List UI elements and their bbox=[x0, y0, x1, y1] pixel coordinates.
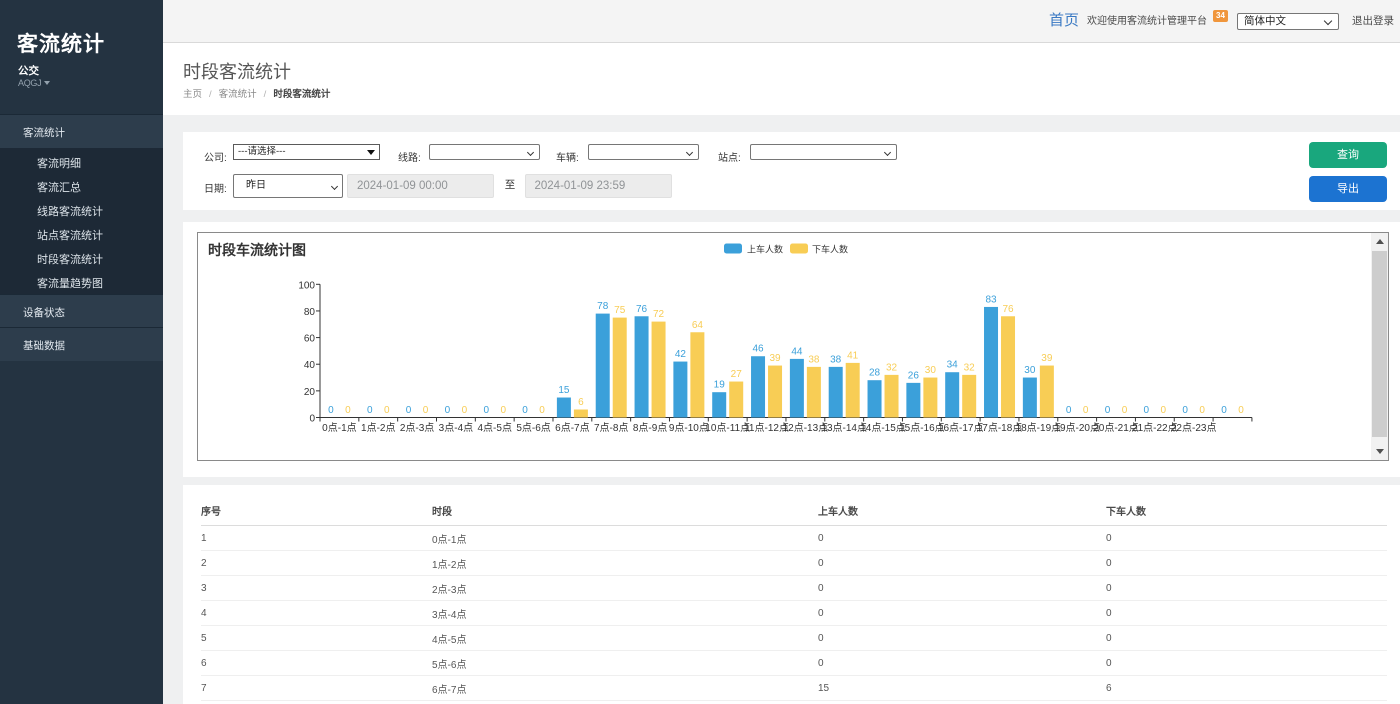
svg-text:15: 15 bbox=[558, 385, 570, 396]
svg-text:46: 46 bbox=[752, 344, 764, 355]
svg-text:76: 76 bbox=[1002, 304, 1014, 315]
svg-text:0: 0 bbox=[345, 405, 351, 416]
svg-text:0点-1点: 0点-1点 bbox=[322, 422, 356, 434]
svg-text:75: 75 bbox=[614, 305, 626, 316]
svg-text:8点-9点: 8点-9点 bbox=[633, 422, 667, 434]
svg-text:19: 19 bbox=[714, 380, 726, 391]
svg-text:0: 0 bbox=[539, 405, 545, 416]
svg-text:0: 0 bbox=[309, 414, 315, 425]
svg-text:0: 0 bbox=[406, 405, 412, 416]
svg-text:28: 28 bbox=[869, 368, 881, 379]
svg-text:40: 40 bbox=[304, 360, 316, 371]
svg-text:0: 0 bbox=[384, 405, 390, 416]
svg-text:80: 80 bbox=[304, 307, 316, 318]
svg-text:5点-6点: 5点-6点 bbox=[516, 422, 550, 434]
svg-text:26: 26 bbox=[908, 370, 920, 381]
svg-text:64: 64 bbox=[692, 320, 704, 331]
svg-text:30: 30 bbox=[925, 365, 937, 376]
svg-text:83: 83 bbox=[985, 294, 997, 305]
svg-text:0: 0 bbox=[1238, 405, 1244, 416]
svg-text:30: 30 bbox=[1024, 365, 1036, 376]
svg-text:3点-4点: 3点-4点 bbox=[439, 422, 473, 434]
svg-text:0: 0 bbox=[1199, 405, 1205, 416]
svg-text:0: 0 bbox=[462, 405, 468, 416]
svg-text:39: 39 bbox=[1041, 353, 1053, 364]
svg-text:0: 0 bbox=[500, 405, 506, 416]
svg-text:22点-23点: 22点-23点 bbox=[1171, 422, 1217, 434]
svg-text:下车人数: 下车人数 bbox=[812, 244, 848, 255]
svg-text:76: 76 bbox=[636, 304, 648, 315]
svg-text:44: 44 bbox=[791, 346, 803, 357]
svg-text:60: 60 bbox=[304, 334, 316, 345]
svg-text:上车人数: 上车人数 bbox=[747, 244, 783, 255]
svg-text:38: 38 bbox=[830, 354, 842, 365]
svg-text:38: 38 bbox=[808, 354, 820, 365]
svg-text:时段车流统计图: 时段车流统计图 bbox=[208, 242, 306, 258]
svg-text:39: 39 bbox=[769, 353, 781, 364]
svg-text:20: 20 bbox=[304, 387, 316, 398]
svg-text:34: 34 bbox=[947, 360, 959, 371]
svg-text:0: 0 bbox=[1221, 405, 1227, 416]
svg-text:7点-8点: 7点-8点 bbox=[594, 422, 628, 434]
svg-text:9点-10点: 9点-10点 bbox=[669, 422, 709, 434]
svg-text:6: 6 bbox=[578, 397, 584, 408]
svg-text:0: 0 bbox=[483, 405, 489, 416]
svg-text:32: 32 bbox=[886, 362, 898, 373]
svg-text:0: 0 bbox=[1105, 405, 1111, 416]
svg-text:100: 100 bbox=[298, 280, 315, 291]
svg-text:0: 0 bbox=[328, 405, 334, 416]
svg-text:2点-3点: 2点-3点 bbox=[400, 422, 434, 434]
svg-text:0: 0 bbox=[423, 405, 429, 416]
svg-text:6点-7点: 6点-7点 bbox=[555, 422, 589, 434]
svg-text:72: 72 bbox=[653, 309, 665, 320]
svg-text:41: 41 bbox=[847, 350, 859, 361]
svg-text:0: 0 bbox=[367, 405, 373, 416]
svg-text:0: 0 bbox=[1066, 405, 1072, 416]
svg-text:78: 78 bbox=[597, 301, 609, 312]
svg-text:0: 0 bbox=[1182, 405, 1188, 416]
svg-text:0: 0 bbox=[1144, 405, 1150, 416]
svg-text:0: 0 bbox=[1161, 405, 1167, 416]
svg-text:0: 0 bbox=[522, 405, 528, 416]
svg-text:42: 42 bbox=[675, 349, 687, 360]
svg-text:0: 0 bbox=[445, 405, 451, 416]
svg-text:0: 0 bbox=[1122, 405, 1128, 416]
svg-text:1点-2点: 1点-2点 bbox=[361, 422, 395, 434]
svg-text:4点-5点: 4点-5点 bbox=[478, 422, 512, 434]
svg-text:0: 0 bbox=[1083, 405, 1089, 416]
svg-text:27: 27 bbox=[731, 369, 743, 380]
svg-text:32: 32 bbox=[964, 362, 976, 373]
